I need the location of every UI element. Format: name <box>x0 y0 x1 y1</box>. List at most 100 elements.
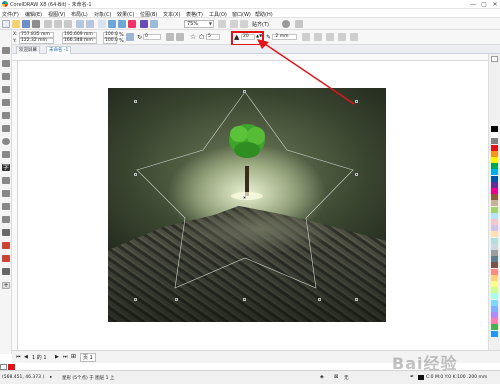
color-swatch[interactable] <box>491 305 498 312</box>
color-swatch[interactable] <box>491 243 498 250</box>
menu-table[interactable]: 表格(T) <box>186 11 203 18</box>
points-field[interactable]: 5 <box>206 34 220 40</box>
menu-bitmaps[interactable]: 位图(B) <box>140 11 157 18</box>
menu-object[interactable]: 对象(C) <box>94 11 111 18</box>
zoom-tool-icon[interactable] <box>2 86 10 93</box>
menu-help[interactable]: 帮助(H) <box>255 11 273 18</box>
color-swatch[interactable] <box>491 256 498 263</box>
mirror-v-icon[interactable] <box>176 33 184 41</box>
color-swatch[interactable] <box>491 250 498 256</box>
color-swatch[interactable] <box>491 194 498 201</box>
outline-tool-icon[interactable] <box>2 268 10 275</box>
rectangle-tool-icon[interactable] <box>2 125 10 132</box>
last-page-icon[interactable]: ⏭ <box>63 354 68 360</box>
options-icon[interactable] <box>295 20 303 28</box>
redo-icon[interactable] <box>86 20 94 28</box>
star-node-handle[interactable] <box>175 298 178 301</box>
color-swatch[interactable] <box>491 318 498 325</box>
color-swatch[interactable] <box>491 150 498 157</box>
open-icon[interactable] <box>12 20 20 28</box>
color-swatch[interactable] <box>491 175 498 182</box>
convert-to-curves-icon[interactable] <box>338 33 346 41</box>
star-icon[interactable]: ☆ <box>190 33 196 41</box>
height-field[interactable]: 166.348 mm <box>62 38 97 44</box>
shadow-tool-icon[interactable] <box>2 203 10 210</box>
selection-handle[interactable] <box>355 100 358 103</box>
paste-icon[interactable] <box>64 20 72 28</box>
menu-edit[interactable]: 编辑(E) <box>25 11 42 18</box>
color-swatch[interactable] <box>491 281 498 287</box>
selection-handle[interactable] <box>355 298 358 301</box>
color-swatch[interactable] <box>491 324 498 331</box>
star-node-handle[interactable] <box>318 298 321 301</box>
color-swatch[interactable] <box>491 138 498 145</box>
export-icon[interactable] <box>118 20 126 28</box>
color-swatch[interactable] <box>491 287 498 294</box>
to-front-icon[interactable] <box>314 33 322 41</box>
outline-width-field[interactable]: .2 mm <box>272 34 297 40</box>
freehand-tool-icon[interactable] <box>2 99 10 106</box>
tab-welcome[interactable]: 欢迎屏幕 <box>16 46 40 54</box>
horizontal-ruler[interactable] <box>12 54 488 61</box>
connector-tool-icon[interactable] <box>2 190 10 197</box>
welcome-screen-icon[interactable] <box>150 20 158 28</box>
menu-window[interactable]: 窗口(W) <box>232 11 251 18</box>
crop-tool-icon[interactable] <box>2 73 10 80</box>
add-page-icon[interactable]: ⊞ <box>71 353 76 360</box>
import-icon[interactable] <box>108 20 116 28</box>
menu-layout[interactable]: 布局(L) <box>71 11 88 18</box>
color-swatch[interactable] <box>491 231 498 238</box>
color-swatch[interactable] <box>491 330 498 337</box>
color-swatch[interactable] <box>491 225 498 232</box>
menu-text[interactable]: 文本(X) <box>163 11 180 18</box>
color-swatch[interactable] <box>491 268 498 275</box>
next-page-icon[interactable]: ▶ <box>55 354 59 360</box>
menu-file[interactable]: 文件(F) <box>2 11 19 18</box>
search-icon[interactable] <box>98 20 106 28</box>
polygon-tool-icon[interactable] <box>2 151 10 158</box>
pick-tool-icon[interactable] <box>2 47 10 54</box>
color-swatch[interactable] <box>491 181 498 188</box>
wrap-text-icon[interactable] <box>302 33 310 41</box>
selection-handle[interactable] <box>134 298 137 301</box>
color-swatch[interactable] <box>491 262 498 269</box>
publish-pdf-icon[interactable] <box>128 20 136 28</box>
artistic-media-tool-icon[interactable] <box>2 112 10 119</box>
zoom-combo[interactable]: 75% ▼ <box>184 20 214 28</box>
to-back-icon[interactable] <box>326 33 334 41</box>
rotation-field[interactable]: 0 <box>143 34 161 40</box>
color-swatch[interactable] <box>491 274 498 281</box>
full-screen-icon[interactable] <box>218 20 226 28</box>
maximize-button[interactable]: ▢ <box>479 0 489 9</box>
selection-handle[interactable] <box>134 100 137 103</box>
new-icon[interactable] <box>2 20 10 28</box>
app-launcher-icon[interactable] <box>140 20 148 28</box>
selection-handle[interactable] <box>243 298 246 301</box>
selection-handle[interactable] <box>243 90 246 93</box>
color-swatch[interactable] <box>491 200 498 207</box>
color-swatch[interactable] <box>491 126 498 132</box>
transparency-tool-icon[interactable] <box>2 216 10 223</box>
tab-untitled[interactable]: 未命名 -1 <box>46 46 72 54</box>
mirror-h-icon[interactable] <box>166 33 174 41</box>
color-swatch[interactable] <box>491 212 498 219</box>
artwork-bitmap[interactable] <box>108 88 386 322</box>
selection-handle[interactable] <box>134 173 137 176</box>
center-handle[interactable] <box>243 196 246 199</box>
color-swatch[interactable] <box>491 312 498 318</box>
color-swatch[interactable] <box>491 132 498 139</box>
print-icon[interactable] <box>32 20 40 28</box>
prev-page-icon[interactable]: ◀ <box>24 354 28 360</box>
color-swatch[interactable] <box>491 163 498 170</box>
copy-icon[interactable] <box>54 20 62 28</box>
first-page-icon[interactable]: ⏮ <box>16 354 21 360</box>
lock-ratio-icon[interactable] <box>126 33 134 41</box>
close-button[interactable]: ✕ <box>490 0 500 9</box>
scale-height-field[interactable]: 100.0 <box>103 38 118 44</box>
selection-handle[interactable] <box>355 173 358 176</box>
color-swatch[interactable] <box>491 169 498 176</box>
text-tool-icon[interactable]: 字 <box>2 164 10 171</box>
page-tab[interactable]: 页 1 <box>80 353 96 362</box>
cut-icon[interactable] <box>44 20 52 28</box>
shape-tool-icon[interactable] <box>2 60 10 67</box>
